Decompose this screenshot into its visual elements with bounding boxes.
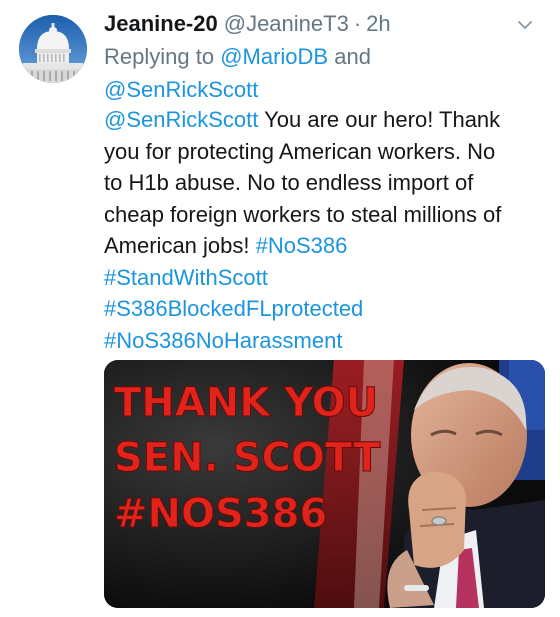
chevron-down-icon[interactable]	[517, 17, 533, 33]
reply-and: and	[334, 44, 371, 69]
tweet-line-1-text: You are our hero! Thank	[258, 107, 501, 132]
reply-mention-mariodb[interactable]: @MarioDB	[220, 44, 328, 69]
hashtag-nos386noharassment[interactable]: #NoS386NoHarassment	[104, 325, 544, 357]
tweet-text: @SenRickScott You are our hero! Thank yo…	[104, 104, 544, 356]
user-handle[interactable]: @JeanineT3	[224, 11, 349, 37]
hashtag-s386blockedflprotected[interactable]: #S386BlockedFLprotected	[104, 293, 544, 325]
tweet-header: Jeanine-20 @JeanineT3 · 2h	[104, 8, 540, 40]
separator-dot: ·	[353, 11, 362, 36]
reply-prefix: Replying to	[104, 44, 215, 69]
tweet-line-3: to H1b abuse. No to endless import of	[104, 170, 474, 195]
tweet-media-image[interactable]: THANK YOU SEN. SCOTT #NOS386	[104, 360, 545, 608]
avatar[interactable]	[19, 15, 87, 83]
image-caption-line-2: SEN. SCOTT	[114, 435, 381, 481]
image-caption-line-3: #NOS386	[114, 491, 327, 537]
image-caption-line-1: THANK YOU	[114, 380, 378, 426]
hashtag-nos386[interactable]: #NoS386	[256, 233, 348, 258]
capitol-dome-icon	[19, 15, 87, 83]
display-name[interactable]: Jeanine-20	[104, 11, 218, 37]
hashtag-standwithscott[interactable]: #StandWithScott	[104, 262, 544, 294]
mention-senrickscott[interactable]: @SenRickScott	[104, 107, 258, 132]
tweet-line-4: cheap foreign workers to steal millions …	[104, 201, 502, 227]
replying-to: Replying to @MarioDB and @SenRickScott	[104, 40, 544, 106]
reply-mention-senrickscott[interactable]: @SenRickScott	[104, 77, 258, 102]
tweet-line-1: @SenRickScott You are our hero! Thank	[104, 104, 544, 136]
thank-you-sen-scott-image: THANK YOU SEN. SCOTT #NOS386	[104, 360, 545, 608]
tweet-line-2: you for protecting American workers. No	[104, 138, 496, 164]
tweet-line-5: American jobs! #NoS386	[104, 230, 544, 262]
tweet-line-5-text: American jobs!	[104, 233, 256, 258]
timestamp[interactable]: 2h	[366, 11, 390, 37]
